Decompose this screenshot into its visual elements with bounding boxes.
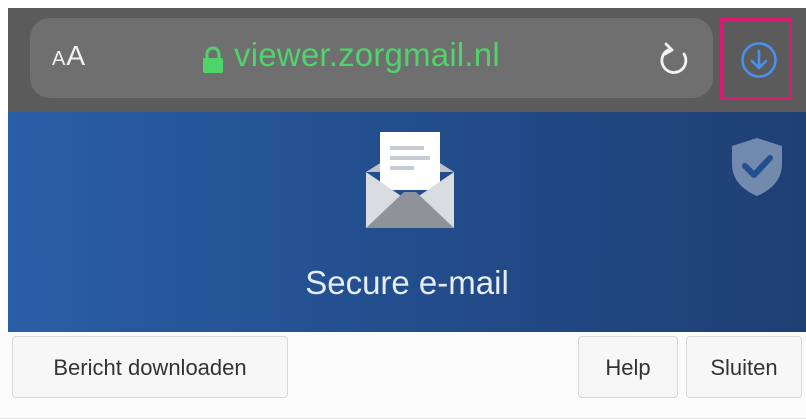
url-text: viewer.zorgmail.nl — [234, 36, 500, 73]
text-size-button[interactable]: AA — [52, 40, 86, 72]
address-bar[interactable]: AA viewer.zorgmail.nl — [30, 18, 713, 98]
reload-icon[interactable] — [656, 40, 692, 80]
secure-mail-banner: Secure e-mail — [8, 112, 806, 332]
browser-toolbar: AA viewer.zorgmail.nl — [8, 8, 806, 112]
lock-icon — [203, 46, 223, 73]
download-icon[interactable] — [740, 41, 778, 79]
shield-check-icon — [732, 138, 782, 196]
download-message-button[interactable]: Bericht downloaden — [12, 336, 288, 398]
download-button-highlight[interactable] — [720, 18, 792, 100]
help-button[interactable]: Help — [578, 336, 678, 398]
banner-title: Secure e-mail — [305, 264, 509, 301]
open-envelope-icon — [366, 132, 454, 228]
action-toolbar: Bericht downloaden Help Sluiten — [0, 332, 806, 419]
close-button[interactable]: Sluiten — [686, 336, 802, 398]
